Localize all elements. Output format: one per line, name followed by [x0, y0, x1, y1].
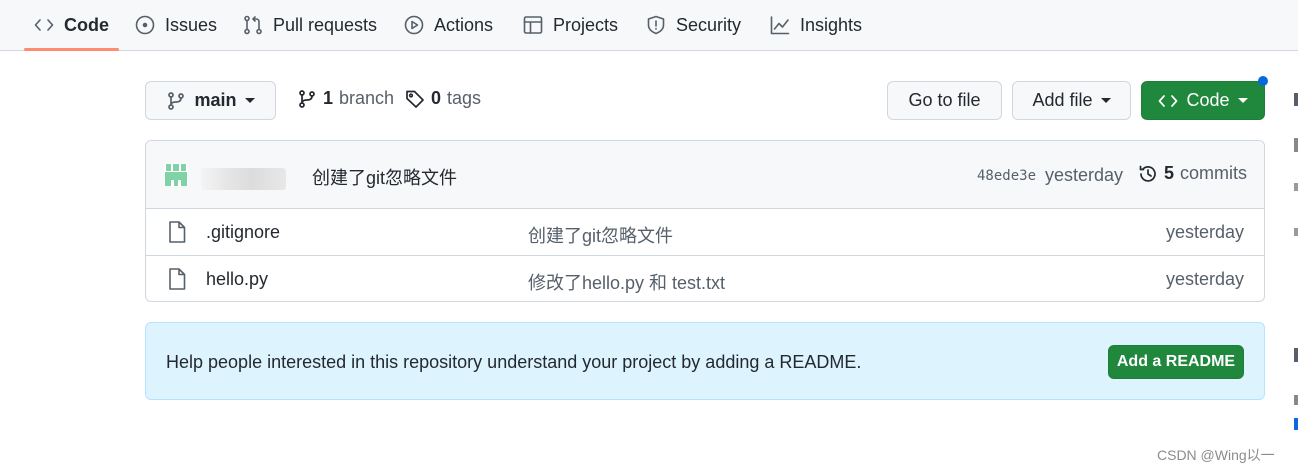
branch-select-button[interactable]: main [145, 81, 276, 120]
commit-sha[interactable]: 48ede3e [977, 168, 1036, 184]
graph-icon [770, 16, 790, 35]
sidebar-fragment [1294, 93, 1298, 106]
tab-pull-requests[interactable]: Pull requests [243, 0, 377, 50]
table-icon [523, 16, 543, 34]
branch-count: 1 [323, 88, 334, 108]
pull-request-icon [244, 15, 262, 35]
issue-icon [135, 15, 155, 35]
readme-prompt: Help people interested in this repositor… [145, 322, 1265, 400]
tags-link[interactable]: 0 tags [405, 88, 481, 109]
readme-prompt-text: Help people interested in this repositor… [166, 352, 862, 372]
tab-actions-label: Actions [434, 14, 494, 35]
branch-icon [299, 89, 315, 108]
file-icon [169, 268, 186, 290]
notification-dot [1258, 76, 1268, 86]
tag-count: 0 [431, 88, 442, 108]
file-commit-message[interactable]: 修改了hello.py 和 test.txt [528, 269, 725, 295]
add-file-button[interactable]: Add file [1012, 81, 1131, 120]
file-commit-message[interactable]: 创建了git忽略文件 [528, 222, 673, 248]
code-button-label: Code [1186, 90, 1230, 110]
commit-count: 5 [1164, 163, 1175, 183]
sidebar-fragment [1294, 183, 1298, 191]
file-list: 创建了git忽略文件 48ede3e yesterday 5 commits .… [145, 140, 1265, 302]
tag-icon [406, 90, 424, 108]
author-name-redacted [201, 168, 286, 190]
sidebar-fragment [1294, 138, 1298, 152]
commits-link[interactable]: 5 commits [1138, 163, 1247, 184]
about-sidebar-edge [1292, 50, 1298, 472]
play-icon [404, 15, 424, 35]
chevron-down-icon [1237, 98, 1248, 103]
go-to-file-button[interactable]: Go to file [887, 81, 1002, 120]
commit-time: yesterday [1045, 165, 1124, 185]
sidebar-fragment [1294, 418, 1298, 430]
tab-insights[interactable]: Insights [770, 0, 862, 50]
file-name[interactable]: .gitignore [206, 222, 280, 243]
tab-security-label: Security [676, 14, 742, 35]
repo-nav: Code Issues Pull requests Actions Projec… [0, 0, 1298, 51]
tab-insights-label: Insights [800, 14, 863, 35]
table-row[interactable]: hello.py 修改了hello.py 和 test.txt yesterda… [146, 255, 1264, 301]
tab-projects-label: Projects [553, 14, 619, 35]
file-name[interactable]: hello.py [206, 269, 268, 290]
chevron-down-icon [1100, 98, 1111, 103]
branches-link[interactable]: 1 branch [297, 88, 394, 109]
latest-commit-row: 创建了git忽略文件 48ede3e yesterday 5 commits [146, 141, 1264, 209]
go-to-file-label: Go to file [908, 90, 981, 110]
tab-projects[interactable]: Projects [523, 0, 618, 50]
history-icon [1139, 165, 1156, 182]
tab-code-label: Code [64, 14, 109, 35]
sidebar-fragment [1294, 395, 1298, 405]
watermark: CSDN @Wing以一 [1157, 447, 1275, 463]
tab-issues[interactable]: Issues [135, 0, 217, 50]
branch-word: branch [339, 88, 395, 108]
avatar[interactable] [162, 161, 190, 189]
tab-issues-label: Issues [165, 14, 218, 35]
code-icon [1159, 94, 1178, 107]
tab-code[interactable]: Code [24, 0, 119, 51]
latest-commit-message[interactable]: 创建了git忽略文件 [312, 164, 457, 190]
add-file-label: Add file [1032, 90, 1093, 110]
code-dropdown-button[interactable]: Code [1141, 81, 1265, 120]
tab-pull-requests-label: Pull requests [273, 14, 378, 35]
tab-security[interactable]: Security [646, 0, 741, 50]
commit-word: commits [1180, 163, 1248, 183]
chevron-down-icon [244, 98, 255, 103]
sidebar-fragment [1294, 348, 1298, 362]
branch-icon [168, 91, 185, 110]
sidebar-fragment [1294, 228, 1298, 236]
add-readme-button[interactable]: Add a README [1108, 345, 1244, 379]
code-icon [34, 19, 54, 31]
shield-icon [647, 15, 665, 35]
table-row[interactable]: .gitignore 创建了git忽略文件 yesterday [146, 209, 1264, 255]
tag-word: tags [447, 88, 482, 108]
file-icon [169, 221, 186, 243]
file-age: yesterday [1165, 269, 1244, 289]
branch-select-label: main [194, 90, 237, 110]
tab-actions[interactable]: Actions [404, 0, 493, 50]
file-age: yesterday [1165, 222, 1244, 242]
